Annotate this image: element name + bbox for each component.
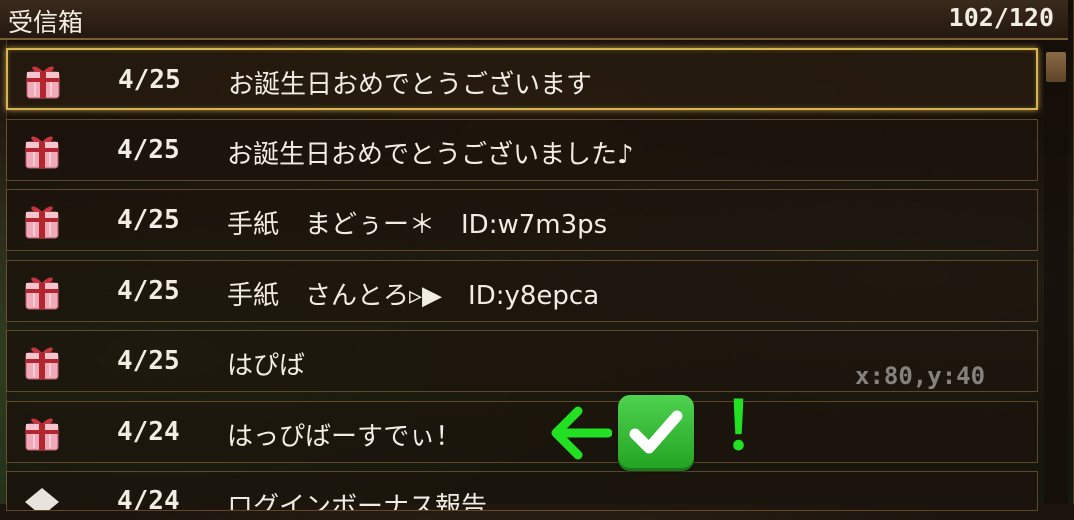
scrollbar[interactable] (1044, 48, 1068, 504)
mail-date: 4/25 (117, 134, 180, 165)
mail-row[interactable]: 4/25 お誕生日おめでとうございました♪ (6, 118, 1038, 181)
mail-subject: はっぴばーすでぃ！ (227, 421, 462, 452)
gift-box-icon (26, 66, 60, 99)
inbox-title: 受信箱 (8, 8, 84, 37)
gift-box-icon (25, 347, 59, 380)
gift-box-icon (25, 276, 59, 309)
mail-subject: ログインボーナス報告 (227, 492, 488, 511)
mail-subject: 手紙 まどぅー＊ ID:w7m3ps (227, 210, 608, 240)
exclamation-mark: ！ (722, 388, 788, 465)
mail-count: 102/120 (948, 3, 1054, 32)
mail-date: 4/25 (117, 275, 180, 306)
coordinate-readout: x:80,y:40 (855, 362, 986, 390)
mail-date: 4/25 (117, 346, 180, 376)
gift-box-icon (25, 135, 59, 168)
mail-subject: お誕生日おめでとうございました♪ (227, 139, 634, 170)
mail-row[interactable]: 4/24 はっぴばーすでぃ！ (6, 400, 1038, 463)
mail-date: 4/24 (117, 416, 180, 447)
mail-row[interactable]: 4/25 お誕生日おめでとうございます (6, 48, 1038, 110)
gift-box-icon (25, 206, 59, 239)
gift-box-icon (25, 417, 59, 450)
mail-date: 4/24 (117, 486, 180, 511)
mail-list: 4/25 お誕生日おめでとうございます 4/25 お誕生日おめでとうございました… (6, 48, 1038, 520)
mail-row[interactable]: 4/25 手紙 まどぅー＊ ID:w7m3ps (6, 189, 1038, 251)
mail-subject: お誕生日おめでとうございます (228, 70, 593, 100)
scroll-thumb[interactable] (1046, 52, 1066, 82)
mail-subject: はぴば (227, 351, 306, 381)
left-arrow-icon (551, 406, 612, 460)
mail-row[interactable]: 4/24 ログインボーナス報告 (6, 471, 1038, 511)
mail-date: 4/25 (117, 205, 180, 235)
inbox-header: 受信箱 102/120 (0, 0, 1068, 40)
check-mark-button-icon (618, 395, 694, 471)
mail-row[interactable]: 4/25 手紙 さんとろ▹▶ ID:y8epca (6, 259, 1038, 322)
mail-date: 4/25 (118, 65, 181, 95)
mail-subject: 手紙 さんとろ▹▶ ID:y8epca (227, 280, 600, 311)
envelope-icon (25, 488, 59, 510)
